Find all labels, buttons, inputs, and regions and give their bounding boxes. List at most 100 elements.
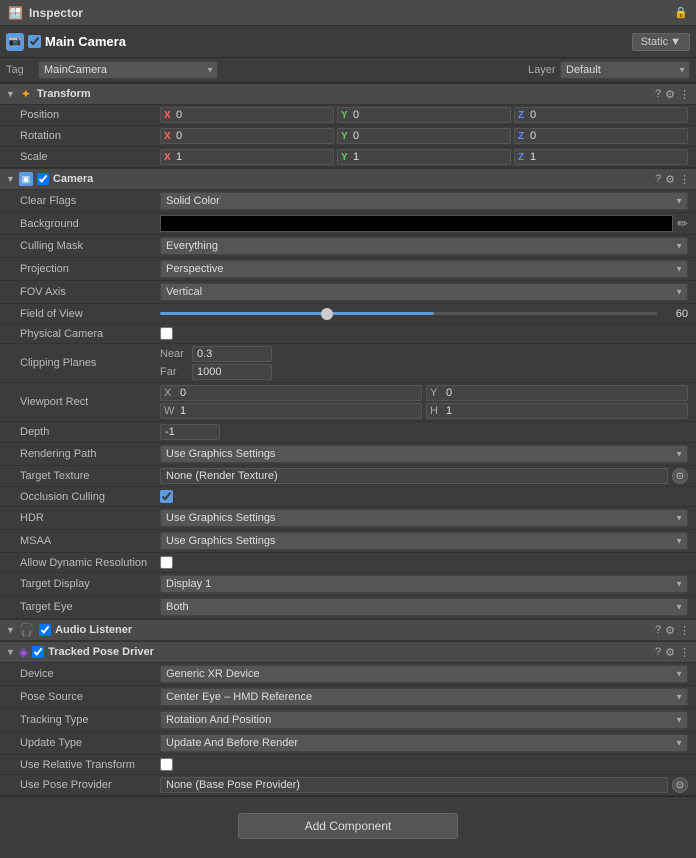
projection-label: Projection xyxy=(20,263,160,275)
hdr-dropdown[interactable]: Use Graphics Settings xyxy=(160,509,688,527)
physical-camera-checkbox[interactable] xyxy=(160,327,173,340)
update-type-dropdown[interactable]: Update And Before Render xyxy=(160,734,688,752)
tag-dropdown-wrap: MainCamera xyxy=(38,61,218,79)
transform-icon: ✦ xyxy=(19,87,33,101)
device-dropdown[interactable]: Generic XR Device xyxy=(160,665,688,683)
msaa-dropdown[interactable]: Use Graphics Settings xyxy=(160,532,688,550)
use-pose-provider-label: Use Pose Provider xyxy=(20,779,160,791)
near-input[interactable] xyxy=(192,346,272,362)
target-display-row: Target Display Display 1 xyxy=(0,573,696,596)
projection-row: Projection Perspective xyxy=(0,258,696,281)
tracked-section-header[interactable]: ▼ ◈ Tracked Pose Driver ? ⚙ ⋮ xyxy=(0,641,696,663)
msaa-row: MSAA Use Graphics Settings xyxy=(0,530,696,553)
layer-dropdown[interactable]: Default xyxy=(560,61,690,79)
far-label: Far xyxy=(160,366,188,378)
pose-source-wrap: Center Eye – HMD Reference xyxy=(160,688,688,706)
tracked-more-icon[interactable]: ⋮ xyxy=(679,646,690,659)
target-display-wrap: Display 1 xyxy=(160,575,688,593)
viewport-wh: W1 H1 xyxy=(160,403,688,419)
use-relative-checkbox[interactable] xyxy=(160,758,173,771)
field-of-view-value: 60 xyxy=(663,308,688,320)
audio-more-icon[interactable]: ⋮ xyxy=(679,624,690,637)
occlusion-culling-row: Occlusion Culling xyxy=(0,487,696,507)
transform-help-icon[interactable]: ? xyxy=(655,88,661,101)
clear-flags-dropdown[interactable]: Solid Color xyxy=(160,192,688,210)
audio-help-icon[interactable]: ? xyxy=(655,624,661,637)
lock-icon[interactable]: 🔒 xyxy=(674,6,688,19)
camera-section-header[interactable]: ▼ ▣ Camera ? ⚙ ⋮ xyxy=(0,168,696,190)
rendering-path-dropdown[interactable]: Use Graphics Settings xyxy=(160,445,688,463)
target-eye-dropdown[interactable]: Both xyxy=(160,598,688,616)
viewport-rect-row: Viewport Rect X0 Y0 W1 H1 xyxy=(0,383,696,422)
far-row: Far xyxy=(160,364,688,380)
tag-dropdown[interactable]: MainCamera xyxy=(38,61,218,79)
update-type-wrap: Update And Before Render xyxy=(160,734,688,752)
tracked-enabled-checkbox[interactable] xyxy=(32,646,44,658)
depth-input[interactable] xyxy=(160,424,220,440)
scale-y: Y1 xyxy=(337,149,511,165)
tracked-help-icon[interactable]: ? xyxy=(655,646,661,659)
pose-source-dropdown[interactable]: Center Eye – HMD Reference xyxy=(160,688,688,706)
target-display-dropdown[interactable]: Display 1 xyxy=(160,575,688,593)
projection-dropdown[interactable]: Perspective xyxy=(160,260,688,278)
occlusion-culling-label: Occlusion Culling xyxy=(20,491,160,503)
add-component-section: Add Component xyxy=(0,796,696,855)
culling-mask-dropdown[interactable]: Everything xyxy=(160,237,688,255)
camera-settings-icon[interactable]: ⚙ xyxy=(665,173,675,186)
fov-axis-row: FOV Axis Vertical xyxy=(0,281,696,304)
camera-more-icon[interactable]: ⋮ xyxy=(679,173,690,186)
object-active-checkbox[interactable] xyxy=(28,35,41,48)
occlusion-culling-checkbox[interactable] xyxy=(160,490,173,503)
tracked-content: Device Generic XR Device Pose Source Cen… xyxy=(0,663,696,796)
tracking-type-dropdown[interactable]: Rotation And Position xyxy=(160,711,688,729)
allow-dynamic-label: Allow Dynamic Resolution xyxy=(20,557,160,569)
add-component-button[interactable]: Add Component xyxy=(238,813,458,839)
tracking-type-wrap: Rotation And Position xyxy=(160,711,688,729)
use-pose-provider-row: Use Pose Provider None (Base Pose Provid… xyxy=(0,775,696,796)
eyedropper-icon[interactable]: ✏ xyxy=(677,216,688,232)
physical-camera-label: Physical Camera xyxy=(20,328,160,340)
layer-label: Layer xyxy=(528,64,556,76)
pose-provider-picker-btn[interactable]: ⊙ xyxy=(672,777,688,793)
background-color-swatch[interactable] xyxy=(160,215,673,232)
camera-arrow: ▼ xyxy=(6,174,15,184)
field-of-view-label: Field of View xyxy=(20,308,160,320)
background-row: Background ✏ xyxy=(0,213,696,235)
camera-actions: ? ⚙ ⋮ xyxy=(655,173,690,186)
camera-help-icon[interactable]: ? xyxy=(655,173,661,186)
rotation-z: Z0 xyxy=(514,128,688,144)
field-of-view-slider[interactable] xyxy=(160,312,657,315)
position-row: Position X0 Y0 Z0 xyxy=(0,105,696,126)
far-input[interactable] xyxy=(192,364,272,380)
viewport-h: H1 xyxy=(426,403,688,419)
transform-settings-icon[interactable]: ⚙ xyxy=(665,88,675,101)
camera-object-icon: 📷 xyxy=(6,33,24,51)
transform-section-header[interactable]: ▼ ✦ Transform ? ⚙ ⋮ xyxy=(0,83,696,105)
camera-title: Camera xyxy=(53,173,655,185)
layer-dropdown-wrap: Default xyxy=(560,61,690,79)
scale-x: X1 xyxy=(160,149,334,165)
static-button[interactable]: Static ▼ xyxy=(632,33,690,51)
audio-section-header[interactable]: ▼ 🎧 Audio Listener ? ⚙ ⋮ xyxy=(0,619,696,641)
transform-more-icon[interactable]: ⋮ xyxy=(679,88,690,101)
allow-dynamic-checkbox[interactable] xyxy=(160,556,173,569)
camera-enabled-checkbox[interactable] xyxy=(37,173,49,185)
audio-enabled-checkbox[interactable] xyxy=(39,624,51,636)
position-y: Y0 xyxy=(337,107,511,123)
clipping-planes-row: Clipping Planes Near Far xyxy=(0,344,696,383)
depth-value xyxy=(160,424,688,440)
fov-axis-dropdown[interactable]: Vertical xyxy=(160,283,688,301)
audio-settings-icon[interactable]: ⚙ xyxy=(665,624,675,637)
target-texture-picker-btn[interactable]: ⊙ xyxy=(672,468,688,484)
near-row: Near xyxy=(160,346,688,362)
field-of-view-slider-container: 60 xyxy=(160,308,688,320)
near-far-group: Near Far xyxy=(160,346,688,380)
hdr-label: HDR xyxy=(20,512,160,524)
scale-xyz: X1 Y1 Z1 xyxy=(160,149,688,165)
target-texture-value: None (Render Texture) ⊙ xyxy=(160,468,688,484)
hdr-wrap: Use Graphics Settings xyxy=(160,509,688,527)
scale-label: Scale xyxy=(20,151,160,163)
tracked-settings-icon[interactable]: ⚙ xyxy=(665,646,675,659)
clipping-planes-value: Near Far xyxy=(160,346,688,380)
msaa-wrap: Use Graphics Settings xyxy=(160,532,688,550)
